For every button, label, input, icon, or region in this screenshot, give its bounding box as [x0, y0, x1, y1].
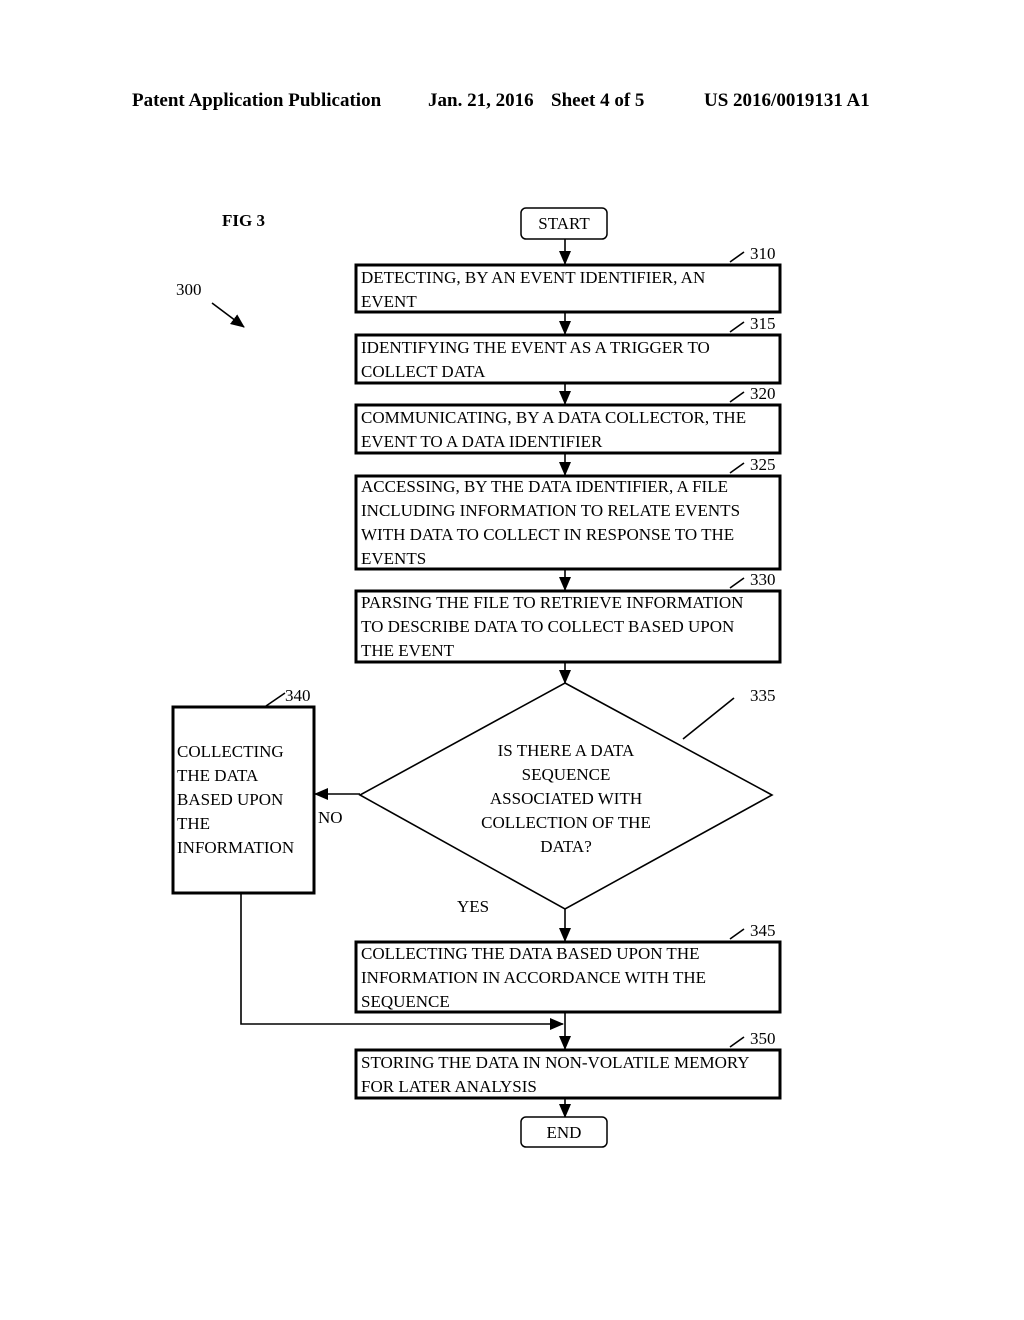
- step-text: STORING THE DATA IN NON-VOLATILE MEMORY: [361, 1053, 750, 1072]
- figure-ref: 300: [176, 280, 202, 299]
- step-text: DETECTING, BY AN EVENT IDENTIFIER, AN: [361, 268, 705, 287]
- step-text: EVENT TO A DATA IDENTIFIER: [361, 432, 603, 451]
- step-ref: 350: [750, 1029, 776, 1048]
- step-text: COLLECTING: [177, 742, 284, 761]
- step-text: INFORMATION: [177, 838, 294, 857]
- figure-label: FIG 3: [222, 211, 265, 230]
- step-ref: 330: [750, 570, 776, 589]
- decision-text: SEQUENCE: [522, 765, 611, 784]
- step-ref: 340: [285, 686, 311, 705]
- step-text: THE EVENT: [361, 641, 455, 660]
- start-terminal: START: [520, 207, 608, 240]
- decision-text: COLLECTION OF THE: [481, 813, 651, 832]
- step-text: BASED UPON: [177, 790, 283, 809]
- step-text: SEQUENCE: [361, 992, 450, 1011]
- step-ref: 315: [750, 314, 776, 333]
- step-340: COLLECTING THE DATA BASED UPON THE INFOR…: [171, 686, 316, 895]
- step-310: DETECTING, BY AN EVENT IDENTIFIER, AN EV…: [354, 244, 782, 314]
- step-text: INCLUDING INFORMATION TO RELATE EVENTS: [361, 501, 740, 520]
- step-ref: 345: [750, 921, 776, 940]
- yes-label: YES: [457, 897, 489, 916]
- step-325: ACCESSING, BY THE DATA IDENTIFIER, A FIL…: [354, 455, 782, 571]
- step-text: THE: [177, 814, 210, 833]
- step-320: COMMUNICATING, BY A DATA COLLECTOR, THE …: [354, 384, 782, 455]
- end-terminal: END: [520, 1116, 608, 1148]
- step-330: PARSING THE FILE TO RETRIEVE INFORMATION…: [354, 570, 782, 664]
- step-ref: 325: [750, 455, 776, 474]
- decision-text: ASSOCIATED WITH: [490, 789, 642, 808]
- step-text: COLLECT DATA: [361, 362, 486, 381]
- step-text: EVENTS: [361, 549, 426, 568]
- step-text: IDENTIFYING THE EVENT AS A TRIGGER TO: [361, 338, 710, 357]
- no-label: NO: [318, 808, 343, 827]
- step-text: COMMUNICATING, BY A DATA COLLECTOR, THE: [361, 408, 746, 427]
- step-ref: 310: [750, 244, 776, 263]
- step-text: WITH DATA TO COLLECT IN RESPONSE TO THE: [361, 525, 734, 544]
- decision-ref: 335: [750, 686, 776, 705]
- step-text: ACCESSING, BY THE DATA IDENTIFIER, A FIL…: [361, 477, 728, 496]
- step-text: FOR LATER ANALYSIS: [361, 1077, 537, 1096]
- decision-text: IS THERE A DATA: [498, 741, 635, 760]
- start-label: START: [538, 214, 590, 233]
- step-text: COLLECTING THE DATA BASED UPON THE: [361, 944, 699, 963]
- end-label: END: [547, 1123, 582, 1142]
- step-text: THE DATA: [177, 766, 259, 785]
- step-text: INFORMATION IN ACCORDANCE WITH THE: [361, 968, 706, 987]
- step-text: EVENT: [361, 292, 417, 311]
- step-ref: 320: [750, 384, 776, 403]
- flowchart: FIG 3 300 START DETECTING, BY AN EVENT I…: [171, 207, 782, 1148]
- step-345: COLLECTING THE DATA BASED UPON THE INFOR…: [354, 921, 782, 1014]
- decision-335: IS THERE A DATA SEQUENCE ASSOCIATED WITH…: [318, 682, 776, 916]
- decision-text: DATA?: [540, 837, 592, 856]
- step-350: STORING THE DATA IN NON-VOLATILE MEMORY …: [354, 1029, 782, 1100]
- figure-ref-arrow: [211, 302, 245, 328]
- step-text: TO DESCRIBE DATA TO COLLECT BASED UPON: [361, 617, 734, 636]
- step-text: PARSING THE FILE TO RETRIEVE INFORMATION: [361, 593, 743, 612]
- step-315: IDENTIFYING THE EVENT AS A TRIGGER TO CO…: [354, 314, 782, 385]
